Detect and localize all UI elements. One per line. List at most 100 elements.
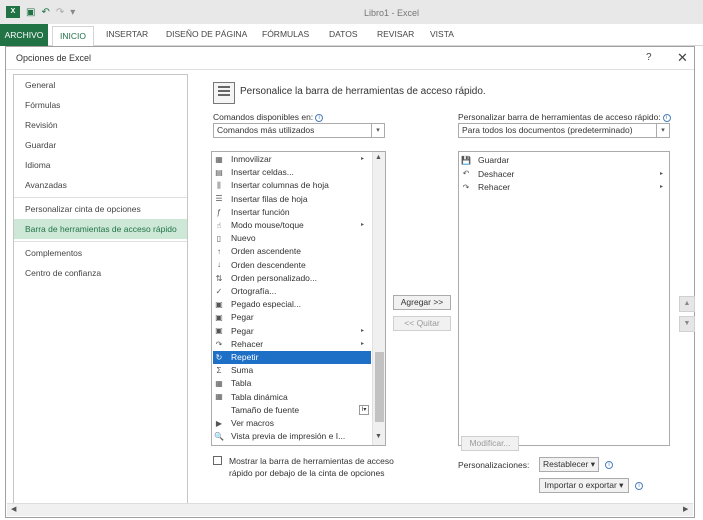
command-item[interactable]: ⇅ Orden personalizado... [213,272,371,285]
commands-scrollbar[interactable]: ▲ ▼ [372,152,385,445]
command-icon: Σ [216,365,222,375]
close-button[interactable]: ✕ [677,50,688,66]
ribbon-tabs: ARCHIVO INICIO INSERTAR DISEÑO DE PÁGINA… [0,24,703,46]
qat-item[interactable]: ↶ Deshacer ▸ [460,168,668,181]
nav-item-barra-acceso-rapido[interactable]: Barra de herramientas de acceso rápido [14,219,187,239]
command-item[interactable]: ▶ Ver macros [213,417,371,430]
scroll-thumb[interactable] [375,352,384,422]
command-item[interactable]: ↑ Orden ascendente [213,245,371,258]
nav-item-guardar[interactable]: Guardar [14,135,187,155]
command-icon: ▣ [215,326,223,336]
command-item[interactable]: 🔍 Vista previa de impresión e I... [213,430,371,443]
qat-item[interactable]: 💾 Guardar [460,154,668,167]
tab-inicio[interactable]: INICIO [52,26,94,46]
tab-diseno-pagina[interactable]: DISEÑO DE PÁGINA [166,29,247,39]
customize-qat-select[interactable]: Para todos los documentos (predeterminad… [458,123,670,138]
move-down-icon[interactable]: ▼ [679,316,695,332]
command-item[interactable]: ▯ Nuevo [213,232,371,245]
tab-datos[interactable]: DATOS [329,29,358,39]
dialog-horizontal-scrollbar[interactable]: ◀ ▶ [7,503,693,516]
font-size-combo-icon: I▾ [359,404,369,415]
nav-item-revision[interactable]: Revisión [14,115,187,135]
command-icon: ▦ [215,392,223,402]
nav-item-general[interactable]: General [14,75,187,95]
command-item[interactable]: ▦ Tabla dinámica [213,391,371,404]
qat-item[interactable]: ↷ Rehacer ▸ [460,181,668,194]
import-export-button[interactable]: Importar o exportar ▾ [539,478,629,493]
tab-insertar[interactable]: INSERTAR [106,29,148,39]
nav-item-personalizar-cinta[interactable]: Personalizar cinta de opciones [14,199,187,219]
command-item[interactable]: Tamaño de fuente I▾ [213,404,371,417]
command-item[interactable]: ↓ Orden descendente [213,259,371,272]
command-item[interactable]: ▦ Inmovilizar ▸ [213,153,371,166]
command-label: Nuevo [231,233,256,244]
command-label: Suma [231,365,254,376]
command-item[interactable]: ▣ Pegado especial... [213,298,371,311]
command-item[interactable]: ƒ Insertar función [213,206,371,219]
command-label: Vista previa de impresión e I... [231,431,346,442]
command-label: Pegar [231,312,254,323]
command-label: Insertar filas de hoja [231,193,308,204]
command-label: Pegar [231,325,254,336]
modify-button[interactable]: Modificar... [461,436,519,451]
nav-item-idioma[interactable]: Idioma [14,155,187,175]
command-icon: ✓ [215,286,223,296]
command-item[interactable]: ✓ Ortografía... [213,285,371,298]
command-item[interactable]: ☝ Modo mouse/toque ▸ [213,219,371,232]
command-icon: ↓ [217,260,221,270]
tab-revisar[interactable]: REVISAR [377,29,414,39]
command-label: Orden descendente [231,259,306,270]
chevron-down-icon: ▾ [371,124,384,137]
nav-divider [14,241,187,242]
reset-button[interactable]: Restablecer ▾ [539,457,599,472]
window-title: Libro1 - Excel [363,8,420,18]
command-icon: ▣ [215,299,223,309]
command-icon: ☝ [216,220,222,230]
show-below-ribbon-checkbox[interactable] [213,456,222,465]
scroll-up-icon[interactable]: ▲ [375,154,382,161]
commands-from-select[interactable]: Comandos más utilizados ▾ [213,123,385,138]
command-item[interactable]: ☰ Insertar filas de hoja [213,193,371,206]
command-icon: 🔍 [214,431,224,441]
tab-vista[interactable]: VISTA [430,29,454,39]
command-item[interactable]: ↻ Repetir [213,351,371,365]
commands-list[interactable]: ▲ ▼ ▦ Inmovilizar ▸ ▤ Insertar celdas... ⫼ Ins… [211,151,386,446]
nav-item-complementos[interactable]: Complementos [14,243,187,263]
nav-item-avanzadas[interactable]: Avanzadas [14,175,187,195]
scroll-right-icon[interactable]: ▶ [683,505,688,513]
commands-from-label: Comandos disponibles en: i [213,112,324,122]
info-icon: i [605,461,613,469]
command-label: Repetir [231,352,259,362]
submenu-arrow-icon: ▸ [361,340,365,347]
move-up-icon[interactable]: ▲ [679,296,695,312]
command-item[interactable]: ▤ Insertar celdas... [213,166,371,179]
command-label: Rehacer [231,338,264,349]
command-label: Insertar columnas de hoja [231,180,329,191]
personalizations-label: Personalizaciones: [458,460,530,470]
command-icon: ƒ [216,207,222,217]
command-item[interactable]: ▣ Pegar [213,311,371,324]
panel-heading: Personalice la barra de herramientas de … [240,86,486,97]
excel-options-dialog: Opciones de Excel ? ✕ General Fórmulas R… [5,46,695,518]
command-item[interactable]: ⫼ Insertar columnas de hoja [213,179,371,192]
scroll-left-icon[interactable]: ◀ [11,505,16,513]
remove-button[interactable]: << Quitar [393,316,451,331]
nav-item-formulas[interactable]: Fórmulas [14,95,187,115]
command-label: Ver macros [231,418,274,428]
qat-settings-panel: Personalice la barra de herramientas de … [196,74,695,514]
command-item[interactable]: ▦ Tabla [213,377,371,390]
submenu-arrow-icon: ▸ [361,327,365,334]
command-item[interactable]: ↷ Rehacer ▸ [213,338,371,351]
help-button[interactable]: ? [646,52,652,63]
tab-archivo[interactable]: ARCHIVO [0,24,48,46]
command-label: Pegado especial... [231,299,301,310]
command-item[interactable]: Σ Suma [213,364,371,377]
qat-items-list[interactable]: 💾 Guardar ↶ Deshacer ▸ ↷ Rehacer ▸ [458,151,670,446]
qat-item-icon: ↶ [462,169,470,179]
nav-item-centro-confianza[interactable]: Centro de confianza [14,263,187,283]
scroll-down-icon[interactable]: ▼ [375,433,382,440]
add-button[interactable]: Agregar >> [393,295,451,310]
tab-formulas[interactable]: FÓRMULAS [262,29,309,39]
command-item[interactable]: ▣ Pegar ▸ [213,325,371,338]
command-label: Inmovilizar [231,154,272,164]
